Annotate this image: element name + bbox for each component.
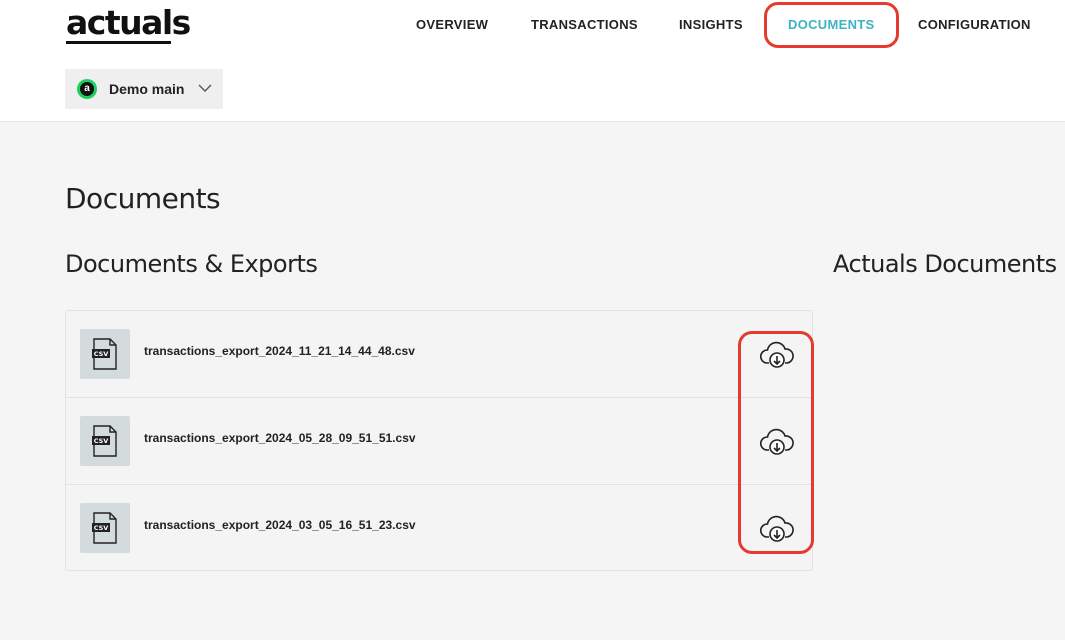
account-selector[interactable]: a Demo main (65, 69, 223, 109)
csv-file-icon: CSV (80, 416, 130, 466)
file-name: transactions_export_2024_05_28_09_51_51.… (144, 431, 416, 445)
documents-nav-highlight (764, 2, 899, 48)
svg-text:CSV: CSV (94, 437, 109, 445)
csv-file-icon: CSV (80, 503, 130, 553)
account-logo-icon: a (77, 79, 97, 99)
document-row: CSV transactions_export_2024_05_28_09_51… (66, 398, 812, 485)
nav-overview[interactable]: OVERVIEW (416, 17, 488, 33)
top-header: actuals OVERVIEW TRANSACTIONS INSIGHTS D… (0, 0, 1065, 122)
account-name: Demo main (109, 81, 185, 97)
documents-exports-heading: Documents & Exports (65, 250, 318, 278)
download-buttons-highlight (738, 331, 814, 554)
chevron-down-icon (198, 84, 212, 92)
actuals-logo[interactable]: actuals (66, 5, 191, 41)
document-row: CSV transactions_export_2024_11_21_14_44… (66, 311, 812, 398)
file-name: transactions_export_2024_11_21_14_44_48.… (144, 344, 415, 358)
logo-underline (66, 41, 171, 44)
documents-list: CSV transactions_export_2024_11_21_14_44… (65, 310, 813, 571)
nav-insights[interactable]: INSIGHTS (679, 17, 743, 33)
page-title: Documents (65, 182, 221, 215)
nav-configuration[interactable]: CONFIGURATION (918, 17, 1031, 33)
actuals-documents-heading: Actuals Documents (833, 250, 1057, 278)
document-row: CSV transactions_export_2024_03_05_16_51… (66, 485, 812, 572)
nav-transactions[interactable]: TRANSACTIONS (531, 17, 638, 33)
csv-file-icon: CSV (80, 329, 130, 379)
account-logo-letter: a (80, 82, 94, 96)
file-name: transactions_export_2024_03_05_16_51_23.… (144, 518, 416, 532)
svg-text:CSV: CSV (94, 350, 109, 358)
svg-text:CSV: CSV (94, 524, 109, 532)
